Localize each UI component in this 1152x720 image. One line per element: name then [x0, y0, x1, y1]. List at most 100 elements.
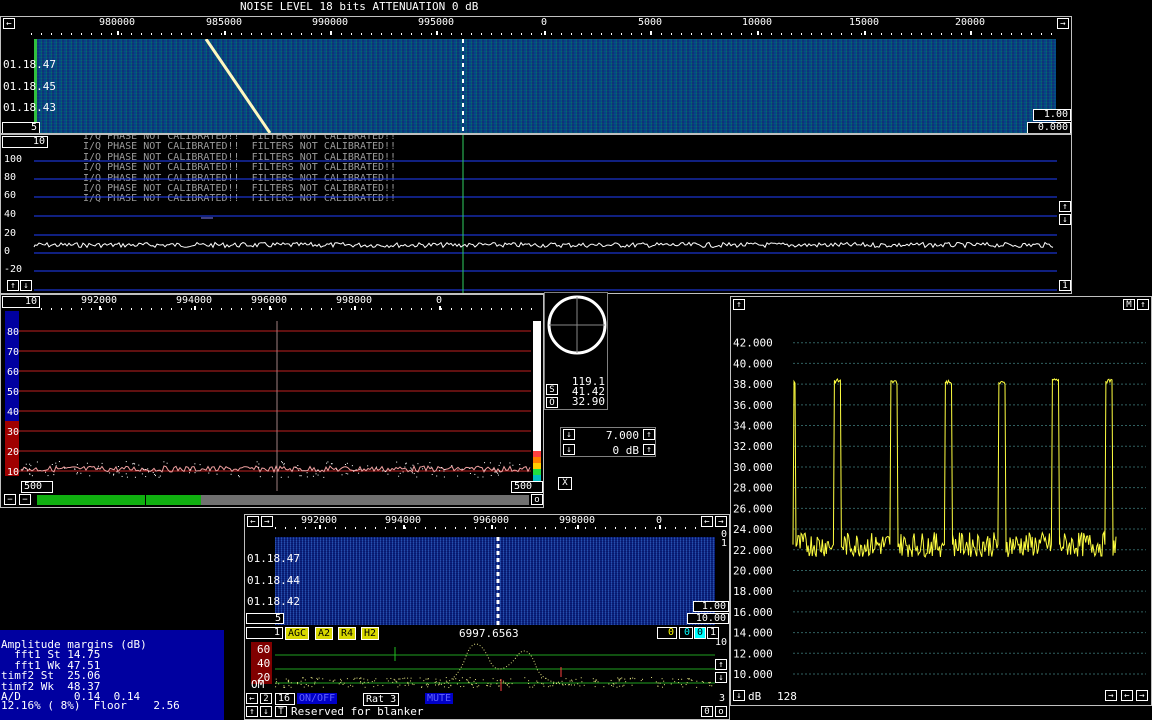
- main-waterfall-window[interactable]: ← → 980000 985000 990000 995000 0 5000 10000 15…: [0, 16, 1072, 134]
- frequency-tick-label: 994000: [175, 295, 213, 306]
- arrow-up-icon[interactable]: ↑: [7, 280, 19, 291]
- arrow-right-icon[interactable]: →: [261, 516, 273, 527]
- amp-y-tick: 34.000: [733, 420, 773, 433]
- hires-y-tick: 80: [7, 327, 19, 338]
- bb-zero-box[interactable]: 10.00: [687, 613, 729, 624]
- arrow-down-icon[interactable]: ↓: [563, 429, 575, 440]
- baseband-window[interactable]: ← → ← → 992000 994000 996000 998000 0 01.18.…: [244, 514, 730, 720]
- amp-y-tick: 36.000: [733, 399, 773, 412]
- hires-spectrum-window[interactable]: 10 992000 994000 996000 998000 0 80 70 60 50 40 3…: [0, 294, 544, 508]
- arrow-left-icon[interactable]: ←: [3, 18, 15, 29]
- hires-spectrum-plot[interactable]: 80 70 60 50 40 30 20 10: [1, 311, 544, 491]
- arrow-up-icon[interactable]: ↑: [643, 444, 655, 455]
- spectrum-y-axis: 100 80 60 40 20 0 -20: [1, 135, 33, 293]
- amplitude-chart[interactable]: 42.000 40.000 38.000 36.000 34.000 32.000 30.0…: [731, 297, 1151, 689]
- frequency-tick-label: 20000: [954, 17, 986, 28]
- wf-gain-box[interactable]: 1.00: [1033, 109, 1071, 121]
- close-x-button[interactable]: X: [558, 477, 572, 490]
- channel-box[interactable]: 1: [246, 627, 283, 639]
- minus-icon[interactable]: −: [19, 494, 31, 505]
- wf-averaging-box[interactable]: 5: [2, 122, 40, 133]
- gain-control[interactable]: ↓ 7.000 ↑ ↓ 0 dB ↑: [560, 427, 656, 457]
- spectrum-y-tick: 100: [4, 154, 23, 165]
- wf-zero-box[interactable]: 0.000: [1027, 122, 1071, 133]
- ch-box[interactable]: 0: [679, 627, 693, 639]
- db-label: dB: [748, 690, 762, 703]
- frequency-tick-label: 15000: [848, 17, 880, 28]
- hires-y-tick: 70: [7, 347, 19, 358]
- wf-time-label: 01.18.45: [3, 80, 56, 93]
- blanker-t-button[interactable]: T: [275, 706, 287, 717]
- amplitude-rows: fft1 St 14.75 fft1 Wk 47.51 timf2 St 25.0…: [1, 649, 140, 703]
- main-spectrum-window[interactable]: 10 I/Q PHASE NOT CALIBRATED!! FILTERS NO…: [0, 134, 1072, 294]
- amp-y-tick: 38.000: [733, 378, 773, 391]
- spectrum-y-tick: 20: [4, 228, 17, 239]
- arrow-down-icon[interactable]: ↓: [20, 280, 32, 291]
- bb-time-label: 01.18.42: [247, 595, 300, 608]
- smeter-window[interactable]: S O 119.1 41.42 32.90: [544, 292, 608, 410]
- arrow-down-icon[interactable]: ↓: [715, 672, 727, 683]
- arrow-down-icon[interactable]: ↓: [563, 444, 575, 455]
- hires-y-tick: 10: [7, 467, 19, 478]
- minus-icon[interactable]: −: [4, 494, 16, 505]
- amp-y-tick: 24.000: [733, 523, 773, 536]
- bw-right-number: 3: [719, 693, 726, 704]
- amp-y-tick: 10.000: [733, 668, 773, 681]
- amplitude-chart-window[interactable]: ↑ M ↑ 42.000 40.000 38.000 36.000 34.000 32.0…: [730, 296, 1152, 706]
- onoff-toggle[interactable]: ON/OFF: [297, 693, 338, 704]
- arrow-down-icon[interactable]: ↓: [733, 690, 745, 701]
- bb-y-tick: 60: [257, 643, 271, 656]
- arrow-down-icon[interactable]: ↓: [260, 706, 272, 717]
- arrow-right-icon[interactable]: →: [715, 516, 727, 527]
- bb-plot-scale: 10: [715, 637, 728, 648]
- spectrum-corner-button[interactable]: 1: [1059, 280, 1071, 291]
- cpu-floor-text: 12.16% ( 8%) Floor 2.56: [1, 699, 180, 712]
- arrow-left-icon[interactable]: ←: [1121, 690, 1133, 701]
- arrow-right-icon[interactable]: →: [1105, 690, 1117, 701]
- s-button[interactable]: S: [546, 384, 558, 395]
- hires-left-box[interactable]: 500: [21, 481, 53, 493]
- bb-gain-box[interactable]: 1.00: [693, 601, 729, 612]
- arrow-up-icon[interactable]: ↑: [715, 659, 727, 670]
- bb-time-label: 01.18.44: [247, 574, 300, 587]
- o-icon[interactable]: o: [715, 706, 727, 717]
- blanker-right-box[interactable]: 0: [701, 706, 713, 717]
- gain-value: 7.000: [605, 429, 639, 442]
- amp-y-tick: 28.000: [733, 482, 773, 495]
- hires-right-box[interactable]: 500: [511, 481, 543, 493]
- arrow-right-icon[interactable]: →: [1136, 690, 1148, 701]
- o-button[interactable]: O: [546, 397, 558, 408]
- o-icon[interactable]: o: [531, 494, 543, 505]
- amp-y-tick: 12.000: [733, 647, 773, 660]
- ch-box[interactable]: 0: [694, 627, 706, 639]
- arrow-up-icon[interactable]: ↑: [1059, 201, 1071, 212]
- frequency-tick-label: 992000: [80, 295, 118, 306]
- frequency-tick-label: 998000: [335, 295, 373, 306]
- bw-box[interactable]: 2: [260, 693, 272, 704]
- baseband-spectrum-plot[interactable]: [275, 639, 715, 691]
- arrow-down-icon[interactable]: ↓: [1059, 214, 1071, 225]
- arrow-left-icon[interactable]: ←: [246, 693, 258, 704]
- amp-y-tick: 22.000: [733, 544, 773, 557]
- mute-toggle[interactable]: MUTE: [425, 693, 454, 704]
- arrow-left-icon[interactable]: ←: [247, 516, 259, 527]
- frequency-tick-label: 996000: [250, 295, 288, 306]
- spectrum-y-tick: -20: [4, 264, 23, 275]
- amp-y-tick: 40.000: [733, 357, 773, 370]
- amp-y-tick: 20.000: [733, 564, 773, 577]
- hires-y-tick: 20: [7, 447, 19, 458]
- ch-box[interactable]: 0: [657, 627, 677, 639]
- arrow-up-icon[interactable]: ↑: [643, 429, 655, 440]
- signal-level-bar-track: [201, 495, 529, 505]
- hires-average-box[interactable]: 10: [2, 296, 40, 308]
- spectrum-y-tick: 40: [4, 209, 17, 220]
- main-waterfall-display[interactable]: [34, 39, 1056, 133]
- smeter-value: 32.90: [571, 395, 605, 408]
- hires-y-tick: 50: [7, 387, 19, 398]
- fft-size-box[interactable]: 16: [275, 693, 295, 705]
- bb-y-tick: 40: [257, 657, 271, 670]
- arrow-right-icon[interactable]: →: [1057, 18, 1069, 29]
- bb-averaging-box[interactable]: 5: [246, 613, 284, 624]
- baseband-waterfall-display[interactable]: [275, 537, 715, 625]
- arrow-up-icon[interactable]: ↑: [246, 706, 258, 717]
